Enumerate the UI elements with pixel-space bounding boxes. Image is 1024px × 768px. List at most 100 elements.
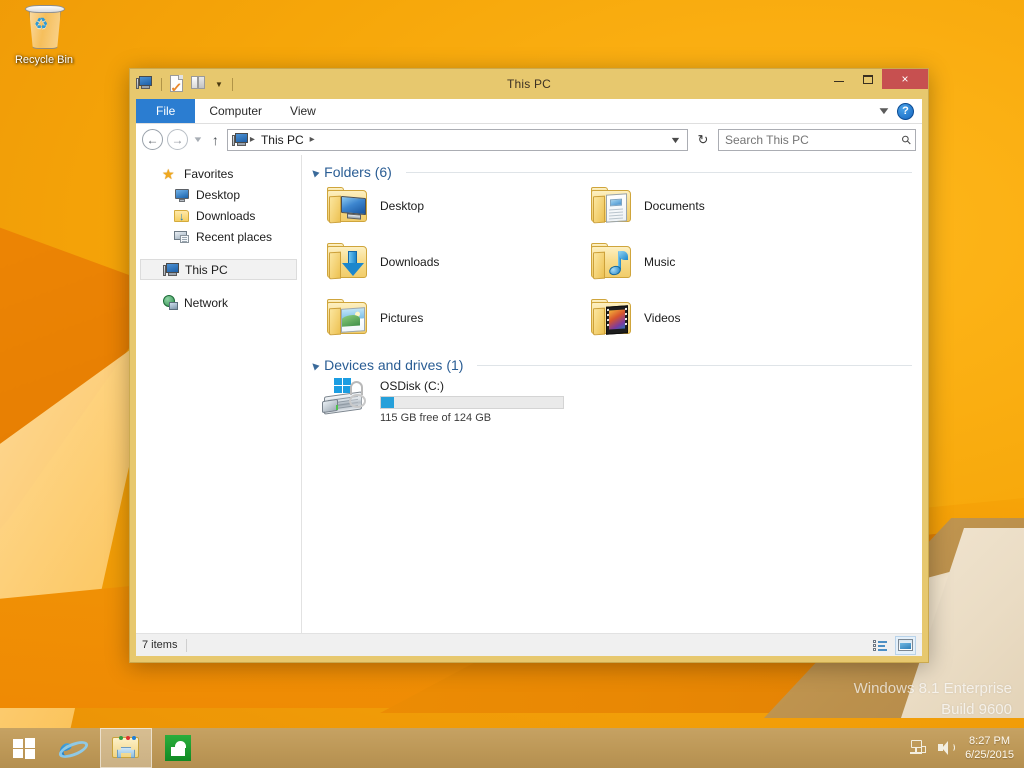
sidebar-item-recent-places[interactable]: Recent places bbox=[136, 226, 301, 247]
taskbar-store[interactable] bbox=[152, 728, 204, 768]
folder-label: Documents bbox=[644, 199, 705, 213]
sidebar-label-recent-places: Recent places bbox=[196, 229, 273, 244]
drive-item-osdisk[interactable]: OSDisk (C:) 115 GB free of 124 GB bbox=[312, 378, 912, 424]
hard-drive-bitlocker-unlocked-icon bbox=[322, 378, 370, 420]
store-icon bbox=[165, 735, 191, 761]
address-bar-row[interactable]: ← → ▼ ↑ ▸ This PC ▸ ▼ ↻ ⚲ bbox=[136, 124, 922, 155]
ribbon-tab-bar[interactable]: File Computer View ▼ ? bbox=[136, 99, 922, 124]
group-title-devices: Devices and drives (1) bbox=[324, 357, 464, 373]
group-header-devices[interactable]: ◀ Devices and drives (1) bbox=[309, 357, 912, 373]
collapse-arrow-icon[interactable]: ◀ bbox=[309, 359, 321, 371]
large-icons-view-button[interactable] bbox=[895, 635, 916, 655]
details-view-button[interactable] bbox=[869, 636, 890, 655]
desktop-icon-recycle-bin[interactable]: ♻ Recycle Bin bbox=[5, 5, 83, 79]
qat-divider-2 bbox=[231, 77, 233, 91]
group-header-folders[interactable]: ◀ Folders (6) bbox=[309, 164, 912, 180]
sidebar-label-network: Network bbox=[184, 295, 229, 310]
sidebar-item-desktop[interactable]: Desktop bbox=[136, 184, 301, 205]
sidebar-item-network[interactable]: Network bbox=[136, 292, 301, 313]
volume-tray-icon[interactable] bbox=[937, 739, 956, 757]
taskbar-file-explorer[interactable] bbox=[100, 728, 152, 768]
customize-qat-caret[interactable]: ▼ bbox=[215, 80, 223, 89]
taskbar[interactable]: e 8:27 PM 6/25/2015 bbox=[0, 728, 1024, 768]
recycle-bin-icon: ♻ bbox=[5, 5, 83, 53]
tab-view[interactable]: View bbox=[276, 99, 330, 123]
system-tray[interactable]: 8:27 PM 6/25/2015 bbox=[909, 728, 1024, 768]
taskbar-clock[interactable]: 8:27 PM 6/25/2015 bbox=[965, 734, 1014, 762]
drive-label: OSDisk (C:) bbox=[380, 379, 444, 393]
start-button[interactable] bbox=[0, 728, 48, 768]
group-divider bbox=[477, 364, 912, 366]
properties-icon[interactable]: ✓ bbox=[169, 75, 187, 94]
folder-item-downloads[interactable]: Downloads bbox=[322, 240, 586, 284]
chevron-down-icon[interactable]: ▼ bbox=[877, 106, 892, 117]
window-title-bar[interactable]: ✓ ▼ This PC × bbox=[130, 69, 928, 99]
back-button[interactable]: ← bbox=[142, 129, 163, 150]
breadcrumb-separator-2[interactable]: ▸ bbox=[310, 134, 315, 145]
clock-time: 8:27 PM bbox=[969, 735, 1011, 747]
recycle-bin-label: Recycle Bin bbox=[14, 54, 74, 66]
videos-folder-icon bbox=[590, 299, 634, 337]
navigation-pane[interactable]: ★ Favorites Desktop ↓ Downloads Recent p… bbox=[136, 155, 302, 633]
breadcrumb-separator: ▸ bbox=[249, 134, 255, 145]
desktop[interactable]: ♻ Recycle Bin Windows 8.1 Enterprise Bui… bbox=[0, 0, 1024, 768]
folder-item-music[interactable]: Music bbox=[586, 240, 850, 284]
this-pc-icon[interactable] bbox=[136, 75, 154, 93]
desktop-folder-icon bbox=[326, 187, 370, 225]
view-buttons[interactable] bbox=[869, 635, 916, 655]
sidebar-label-favorites: Favorites bbox=[184, 166, 234, 181]
drive-usage-bar bbox=[380, 396, 564, 409]
sidebar-gap-1 bbox=[136, 247, 301, 259]
folder-item-desktop[interactable]: Desktop bbox=[322, 184, 586, 228]
group-divider bbox=[405, 171, 912, 173]
content-pane[interactable]: ◀ Folders (6) Desktop Documents Download… bbox=[302, 155, 922, 633]
up-button[interactable]: ↑ bbox=[208, 132, 223, 148]
network-tray-icon[interactable] bbox=[909, 739, 927, 757]
folder-label: Videos bbox=[644, 311, 681, 325]
tab-file[interactable]: File bbox=[136, 99, 196, 123]
status-item-count: 7 items bbox=[142, 639, 178, 651]
folder-tiles: Desktop Documents Downloads Music Pictur… bbox=[312, 184, 912, 340]
status-bar: 7 items bbox=[136, 633, 922, 656]
sidebar-item-this-pc[interactable]: This PC bbox=[140, 259, 297, 280]
large-icons-view-icon bbox=[898, 639, 913, 651]
drive-usage-fill bbox=[381, 397, 394, 408]
refresh-button[interactable]: ↻ bbox=[692, 129, 714, 151]
watermark-edition: Windows 8.1 Enterprise bbox=[853, 680, 1012, 697]
folder-item-videos[interactable]: Videos bbox=[586, 296, 850, 340]
address-this-pc-icon bbox=[231, 132, 248, 147]
recent-locations-caret-icon[interactable]: ▼ bbox=[190, 135, 207, 144]
new-folder-icon[interactable] bbox=[191, 75, 209, 93]
address-dropdown-caret-icon[interactable]: ▼ bbox=[662, 135, 688, 145]
close-button[interactable]: × bbox=[882, 69, 928, 89]
minimize-button[interactable] bbox=[824, 69, 853, 89]
file-explorer-window[interactable]: ✓ ▼ This PC × File Computer View ▼ ? ← →… bbox=[129, 68, 929, 663]
folder-label: Desktop bbox=[380, 199, 425, 213]
maximize-button[interactable] bbox=[853, 69, 882, 89]
folder-item-documents[interactable]: Documents bbox=[586, 184, 850, 228]
downloads-folder-icon: ↓ bbox=[174, 208, 190, 224]
taskbar-internet-explorer[interactable]: e bbox=[48, 728, 100, 768]
forward-button[interactable]: → bbox=[167, 129, 188, 150]
quick-access-toolbar[interactable]: ✓ ▼ bbox=[136, 73, 236, 95]
folder-label: Downloads bbox=[380, 255, 440, 269]
breadcrumb-this-pc[interactable]: This PC bbox=[258, 133, 307, 147]
address-bar[interactable]: ▸ This PC ▸ ▼ bbox=[226, 128, 688, 151]
file-explorer-icon bbox=[111, 735, 141, 761]
qat-divider bbox=[161, 77, 162, 91]
pictures-folder-icon bbox=[326, 299, 370, 337]
windows-logo-icon bbox=[13, 737, 35, 759]
folder-item-pictures[interactable]: Pictures bbox=[322, 296, 586, 340]
sidebar-label-this-pc: This PC bbox=[185, 262, 228, 277]
tab-computer[interactable]: Computer bbox=[195, 99, 276, 123]
folder-label: Pictures bbox=[380, 311, 424, 325]
sidebar-item-downloads[interactable]: ↓ Downloads bbox=[136, 205, 301, 226]
search-box[interactable]: ⚲ bbox=[718, 128, 916, 151]
window-controls[interactable]: × bbox=[824, 69, 928, 99]
search-input[interactable] bbox=[725, 132, 903, 147]
help-button[interactable]: ? bbox=[897, 102, 914, 120]
internet-explorer-icon: e bbox=[56, 733, 91, 763]
music-folder-icon bbox=[590, 243, 634, 281]
sidebar-item-favorites[interactable]: ★ Favorites bbox=[136, 163, 301, 184]
collapse-arrow-icon[interactable]: ◀ bbox=[309, 166, 321, 178]
